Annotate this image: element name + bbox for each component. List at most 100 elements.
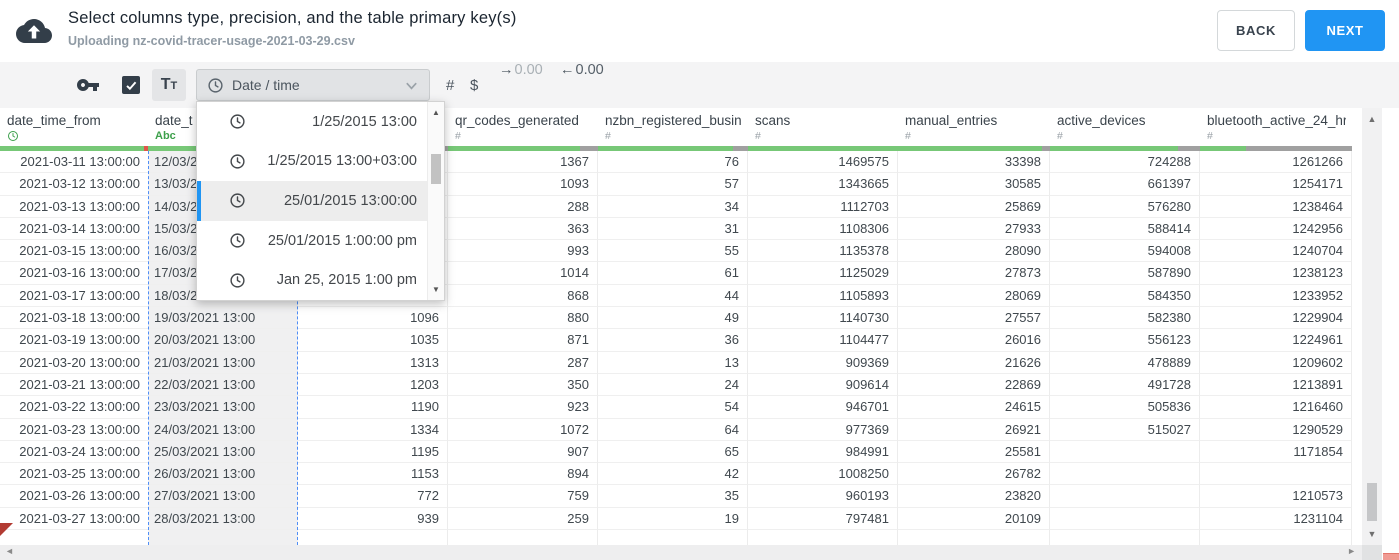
table-cell[interactable]: 907 xyxy=(448,440,598,464)
column-header[interactable]: bluetooth_active_24_hr_ # xyxy=(1200,108,1352,146)
increase-decimal-button[interactable]: → 0.00 xyxy=(499,62,543,108)
table-cell[interactable]: 1240704 xyxy=(1200,240,1352,263)
table-cell[interactable]: 1216460 xyxy=(1200,396,1352,419)
table-cell[interactable]: 2021-03-19 13:00:00 xyxy=(0,329,148,352)
table-cell[interactable]: 19/03/2021 13:00 xyxy=(148,307,298,330)
table-cell[interactable]: 661397 xyxy=(1050,173,1200,196)
table-cell[interactable]: 350 xyxy=(448,373,598,397)
table-cell[interactable]: 797481 xyxy=(748,507,898,531)
table-cell[interactable]: 909614 xyxy=(748,373,898,397)
table-cell[interactable]: 26016 xyxy=(898,329,1050,352)
decrease-decimal-button[interactable]: ← 0.00 xyxy=(560,62,604,108)
text-type-button[interactable]: Tt xyxy=(152,69,186,101)
table-cell[interactable]: 24 xyxy=(598,373,748,397)
table-cell[interactable]: 1140730 xyxy=(748,307,898,330)
table-cell[interactable]: 1008250 xyxy=(748,463,898,486)
table-cell[interactable]: 2021-03-25 13:00:00 xyxy=(0,463,148,486)
table-cell[interactable]: 57 xyxy=(598,173,748,196)
dropdown-scrollbar-thumb[interactable] xyxy=(431,154,441,184)
table-cell[interactable]: 2021-03-11 13:00:00 xyxy=(0,151,148,174)
table-cell[interactable]: 42 xyxy=(598,463,748,486)
table-cell[interactable]: 491728 xyxy=(1050,373,1200,397)
table-cell[interactable]: 1108306 xyxy=(748,217,898,241)
table-cell[interactable]: 2021-03-17 13:00:00 xyxy=(0,285,148,308)
scroll-left-icon[interactable]: ◄ xyxy=(5,546,14,556)
table-cell[interactable]: 894 xyxy=(448,463,598,486)
table-cell[interactable]: 1343665 xyxy=(748,173,898,196)
table-cell[interactable]: 1153 xyxy=(298,463,448,486)
table-cell[interactable]: 594008 xyxy=(1050,240,1200,263)
table-cell[interactable]: 1213891 xyxy=(1200,373,1352,397)
column-header[interactable]: date_time_from xyxy=(0,108,148,146)
table-cell[interactable]: 576280 xyxy=(1050,195,1200,218)
table-cell[interactable]: 993 xyxy=(448,240,598,263)
table-cell[interactable]: 868 xyxy=(448,284,598,308)
table-cell[interactable]: 363 xyxy=(448,217,598,241)
type-dropdown[interactable]: Date / time xyxy=(196,69,430,101)
table-cell[interactable]: 2021-03-20 13:00:00 xyxy=(0,352,148,374)
column-header[interactable]: manual_entries # xyxy=(898,108,1050,146)
table-cell[interactable]: 1072 xyxy=(448,418,598,441)
table-cell[interactable]: 1233952 xyxy=(1200,284,1352,308)
table-cell[interactable]: 588414 xyxy=(1050,217,1200,241)
table-cell[interactable]: 287 xyxy=(448,351,598,374)
table-vertical-scrollbar[interactable]: ▲ ▼ xyxy=(1362,108,1382,545)
table-cell[interactable]: 1125029 xyxy=(748,262,898,285)
table-cell[interactable]: 880 xyxy=(448,307,598,330)
table-cell[interactable]: 259 xyxy=(448,507,598,531)
table-cell[interactable]: 22/03/2021 13:00 xyxy=(148,373,298,397)
table-cell[interactable]: 25/03/2021 13:00 xyxy=(148,440,298,464)
table-cell[interactable] xyxy=(1050,485,1200,508)
table-cell[interactable]: 21626 xyxy=(898,351,1050,374)
table-cell[interactable]: 27557 xyxy=(898,307,1050,330)
table-cell[interactable]: 31 xyxy=(598,217,748,241)
table-cell[interactable]: 1238123 xyxy=(1200,262,1352,285)
table-cell[interactable]: 939 xyxy=(298,507,448,531)
table-cell[interactable]: 1190 xyxy=(298,396,448,419)
table-cell[interactable]: 28/03/2021 13:00 xyxy=(148,507,298,531)
table-cell[interactable]: 2021-03-12 13:00:00 xyxy=(0,173,148,196)
table-cell[interactable]: 1238464 xyxy=(1200,195,1352,218)
table-cell[interactable]: 27933 xyxy=(898,217,1050,241)
table-cell[interactable]: 587890 xyxy=(1050,262,1200,285)
number-type-button[interactable]: # xyxy=(446,62,454,108)
table-cell[interactable] xyxy=(1200,463,1352,486)
column-header[interactable]: active_devices # xyxy=(1050,108,1200,146)
table-cell[interactable]: 2021-03-16 13:00:00 xyxy=(0,262,148,285)
table-horizontal-scrollbar[interactable]: ◄ ► xyxy=(0,545,1362,560)
table-cell[interactable]: 2021-03-18 13:00:00 xyxy=(0,307,148,330)
table-cell[interactable]: 23/03/2021 13:00 xyxy=(148,396,298,419)
scroll-right-icon[interactable]: ► xyxy=(1347,546,1356,556)
table-cell[interactable]: 44 xyxy=(598,284,748,308)
table-cell[interactable]: 36 xyxy=(598,329,748,352)
table-cell[interactable]: 724288 xyxy=(1050,151,1200,174)
table-cell[interactable]: 30585 xyxy=(898,173,1050,196)
vertical-scrollbar-thumb[interactable] xyxy=(1367,483,1377,521)
table-cell[interactable]: 1105893 xyxy=(748,284,898,308)
table-cell[interactable]: 1254171 xyxy=(1200,173,1352,196)
scroll-up-icon[interactable]: ▲ xyxy=(428,108,444,117)
table-cell[interactable]: 2021-03-27 13:00:00 xyxy=(0,508,148,531)
dropdown-option[interactable]: 25/01/2015 1:00:00 pm xyxy=(197,221,427,261)
dropdown-option[interactable]: 1/25/2015 13:00 xyxy=(197,102,427,142)
table-cell[interactable]: 759 xyxy=(448,485,598,508)
table-cell[interactable] xyxy=(1050,440,1200,464)
table-cell[interactable]: 923 xyxy=(448,396,598,419)
table-cell[interactable]: 1096 xyxy=(298,307,448,330)
table-cell[interactable]: 23820 xyxy=(898,485,1050,508)
table-cell[interactable]: 1209602 xyxy=(1200,351,1352,374)
next-button[interactable]: NEXT xyxy=(1305,10,1385,51)
table-cell[interactable]: 1135378 xyxy=(748,240,898,263)
table-cell[interactable]: 1104477 xyxy=(748,329,898,352)
dropdown-scrollbar[interactable]: ▲ ▼ xyxy=(427,102,444,300)
table-cell[interactable] xyxy=(1050,463,1200,486)
table-cell[interactable]: 19 xyxy=(598,507,748,531)
table-cell[interactable]: 584350 xyxy=(1050,284,1200,308)
table-cell[interactable]: 26/03/2021 13:00 xyxy=(148,463,298,486)
table-cell[interactable]: 1093 xyxy=(448,173,598,196)
table-cell[interactable] xyxy=(1050,507,1200,531)
table-cell[interactable]: 1313 xyxy=(298,351,448,374)
table-cell[interactable]: 35 xyxy=(598,485,748,508)
table-cell[interactable]: 1203 xyxy=(298,373,448,397)
table-cell[interactable]: 871 xyxy=(448,329,598,352)
